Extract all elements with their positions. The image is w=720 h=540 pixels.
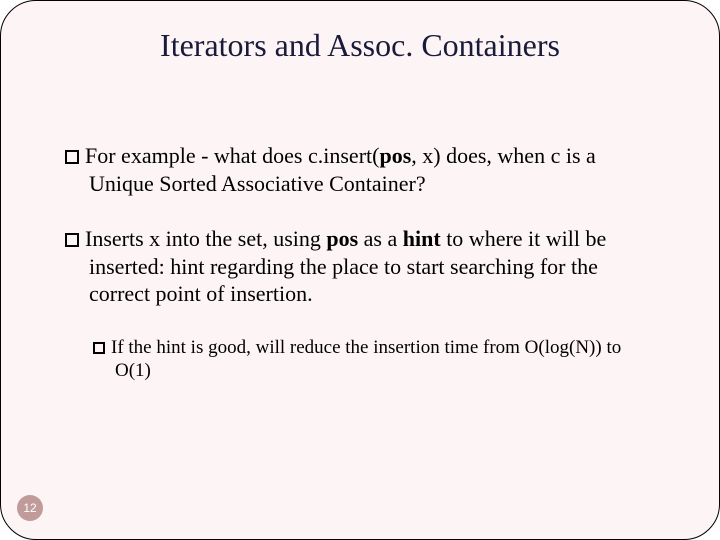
square-bullet-icon (65, 150, 79, 164)
bold-pos: pos (379, 143, 411, 168)
text-fragment: For example - what does c.insert( (85, 143, 379, 168)
page-number: 12 (23, 501, 36, 515)
bold-pos: pos (326, 226, 358, 251)
text-fragment: Inserts x into the set, using (85, 226, 326, 251)
text-fragment: as a (358, 226, 403, 251)
bullet-item-1: For example - what does c.insert(pos, x)… (65, 142, 659, 197)
page-number-badge: 12 (17, 495, 43, 521)
content-area: For example - what does c.insert(pos, x)… (1, 142, 719, 383)
slide: Iterators and Assoc. Containers For exam… (0, 0, 720, 540)
bullet-item-2: Inserts x into the set, using pos as a h… (65, 225, 659, 308)
bold-hint: hint (403, 226, 441, 251)
bullet-sub-item: If the hint is good, will reduce the ins… (93, 336, 659, 384)
page-title: Iterators and Assoc. Containers (1, 27, 719, 64)
square-bullet-icon (65, 233, 79, 247)
square-bullet-icon (93, 342, 105, 354)
text-fragment: If the hint is good, will reduce the ins… (111, 337, 621, 382)
